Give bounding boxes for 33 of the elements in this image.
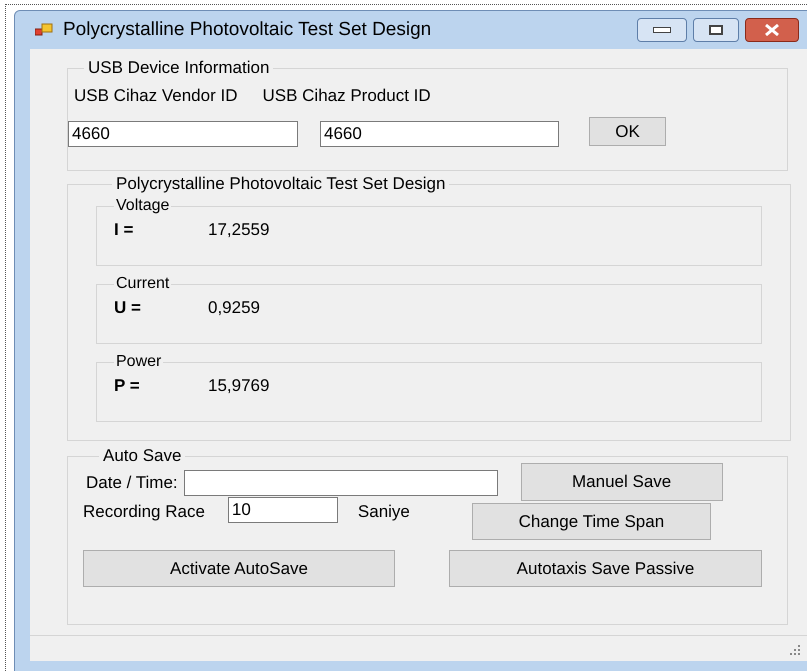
window-title: Polycrystalline Photovoltaic Test Set Design: [63, 18, 432, 42]
reading-title: Power: [115, 353, 162, 371]
reading-symbol: I =: [114, 219, 134, 241]
manual-save-button[interactable]: Manuel Save: [520, 463, 723, 501]
reading-symbol: U =: [114, 297, 142, 319]
autosave-passive-button[interactable]: Autotaxis Save Passive: [449, 550, 762, 587]
resize-grip-icon: [789, 644, 801, 656]
app-icon: [35, 23, 53, 37]
vendor-id-label: USB Cihaz Vendor ID: [74, 85, 238, 107]
date-time-field[interactable]: [184, 470, 498, 496]
reading-value: 15,9769: [208, 375, 270, 397]
date-time-label: Date / Time:: [86, 472, 178, 494]
vendor-id-field[interactable]: 4660: [68, 120, 298, 146]
reading-title: Current: [115, 275, 170, 293]
recording-race-field[interactable]: 10: [228, 497, 338, 523]
minimize-button[interactable]: [637, 18, 687, 42]
group-title: Auto Save: [102, 447, 182, 465]
product-id-label: USB Cihaz Product ID: [262, 85, 431, 107]
reading-symbol: P =: [114, 375, 141, 397]
reading-title: Voltage: [115, 197, 170, 215]
reading-value: 0,9259: [208, 297, 260, 319]
activate-autosave-button[interactable]: Activate AutoSave: [83, 550, 395, 587]
product-id-field[interactable]: 4660: [320, 120, 559, 146]
close-button[interactable]: [745, 18, 799, 42]
group-title: USB Device Information: [87, 59, 270, 77]
recording-race-label: Recording Race: [83, 501, 205, 523]
reading-value: 17,2559: [208, 219, 270, 241]
maximize-button[interactable]: [693, 18, 739, 42]
ok-button[interactable]: OK: [589, 117, 666, 146]
unit-label: Saniye: [358, 501, 410, 523]
close-icon: [764, 24, 780, 36]
change-time-span-button[interactable]: Change Time Span: [472, 503, 711, 540]
group-title: Polycrystalline Photovoltaic Test Set Design: [115, 175, 446, 193]
